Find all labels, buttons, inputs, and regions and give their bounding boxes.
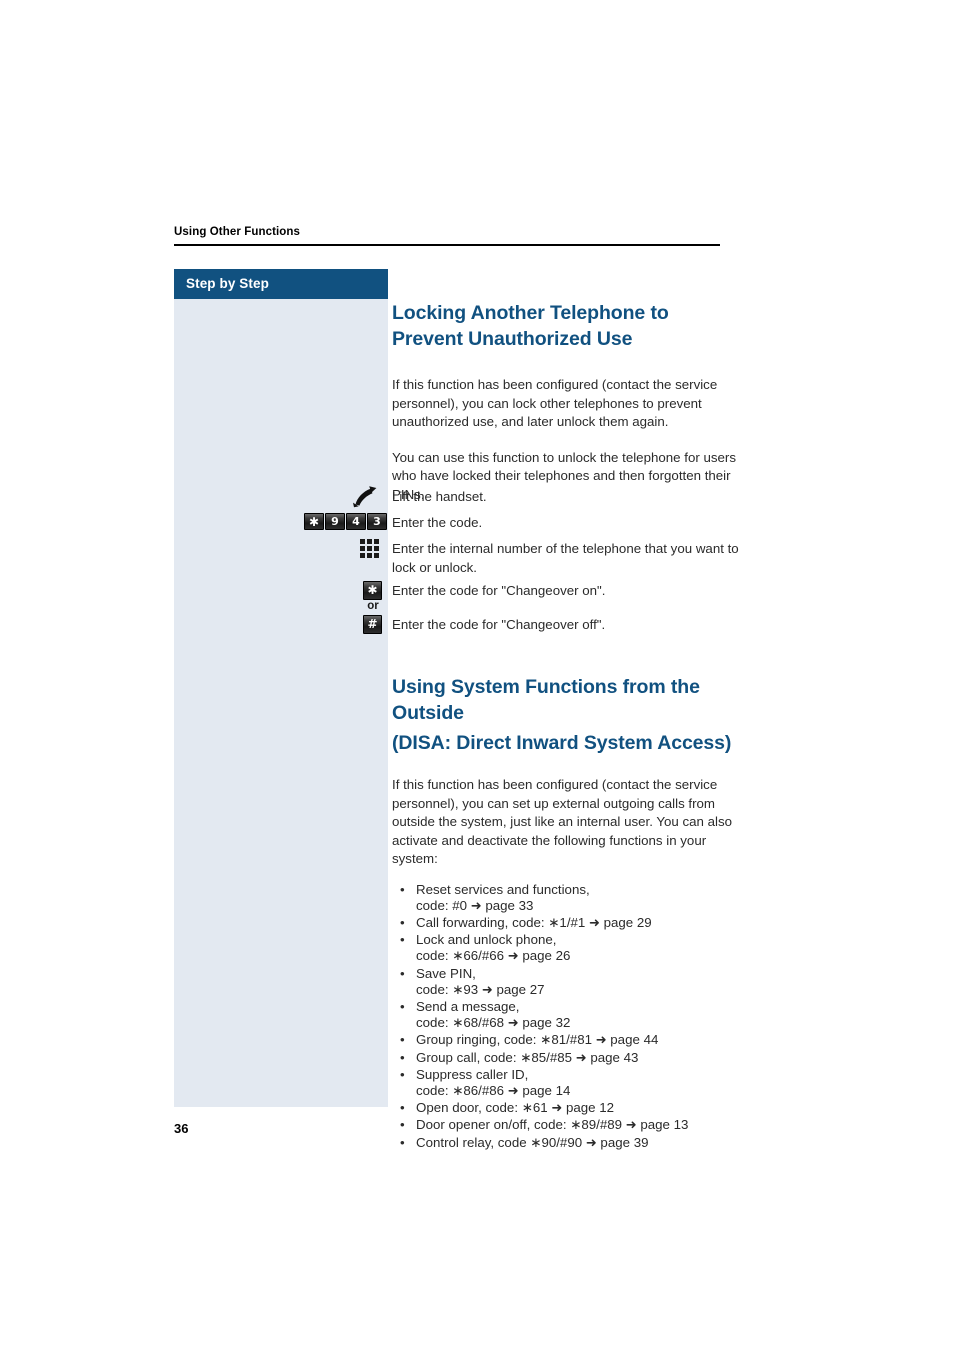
arrow-right-icon: ➜	[551, 1101, 563, 1117]
list-item-line-1: Lock and unlock phone,	[416, 932, 557, 948]
step-text-enter-internal-number: Enter the internal number of the telepho…	[392, 541, 739, 575]
section2-title-line3: (DISA: Direct Inward System Access)	[392, 732, 732, 754]
list-item: • Open door, code: ∗61 ➜ page 12	[392, 1100, 748, 1117]
keycap-star: ✱	[304, 513, 324, 530]
arrow-right-icon: ➜	[507, 1016, 519, 1032]
running-header-text: Using Other Functions	[174, 226, 301, 238]
list-item-line-2: code: ∗66/#66 ➜ page 26	[416, 948, 571, 965]
list-item-line-2: code: #0 ➜ page 33	[416, 897, 534, 914]
list-item-line-1: Reset services and functions,	[416, 881, 590, 897]
arrow-right-icon: ➜	[595, 1033, 607, 1049]
list-item-line-1: Save PIN,	[416, 965, 476, 981]
step-text-lift-handset: Lift the handset.	[392, 489, 487, 504]
bullet-marker: •	[400, 1100, 405, 1116]
keycap-9: 9	[325, 513, 345, 530]
bullet-marker: •	[400, 1032, 405, 1048]
bullet-marker: •	[400, 932, 405, 948]
step-text-changeover-on: Enter the code for "Changeover on".	[392, 583, 606, 598]
keycap-star-icon: ✱	[363, 581, 382, 600]
page-number: 36	[174, 1121, 189, 1136]
header-rule	[174, 244, 720, 246]
list-item-line-1: Group ringing, code: ∗81/#81 ➜ page 44	[416, 1032, 659, 1049]
lifted-handset-icon	[353, 486, 377, 508]
list-item-line-1: Control relay, code ∗90/#90 ➜ page 39	[416, 1134, 649, 1151]
keycap-3: 3	[367, 513, 387, 530]
arrow-right-icon: ➜	[507, 949, 519, 965]
list-item-line-1: Group call, code: ∗85/#85 ➜ page 43	[416, 1049, 639, 1066]
sidebar-banner: Step by Step	[174, 269, 388, 299]
arrow-right-icon: ➜	[625, 1118, 637, 1134]
list-item: • Group ringing, code: ∗81/#81 ➜ page 44	[392, 1032, 748, 1049]
bullet-marker: •	[400, 1134, 405, 1150]
running-header: Using Other Functions	[174, 225, 720, 239]
keycap-sequence-9-4-3: ✱ 9 4 3	[304, 513, 387, 531]
arrow-right-icon: ➜	[470, 898, 482, 914]
disa-function-list: • Reset services and functions, code: #0 ➜…	[392, 882, 748, 1152]
list-item-line-1: Open door, code: ∗61 ➜ page 12	[416, 1100, 615, 1117]
bullet-marker: •	[400, 1049, 405, 1065]
list-item: • Send a message, code: ∗68/#68 ➜ page 32	[392, 999, 748, 1032]
arrow-right-icon: ➜	[575, 1050, 587, 1066]
list-item-line-1: Door opener on/off, code: ∗89/#89 ➜ page…	[416, 1117, 689, 1134]
list-item: • Call forwarding, code: ∗1/#1 ➜ page 29	[392, 915, 748, 932]
list-item-line-2: code: ∗86/#86 ➜ page 14	[416, 1082, 571, 1099]
bullet-marker: •	[400, 1117, 405, 1133]
bullet-marker: •	[400, 998, 405, 1014]
section1-paragraph-1: If this function has been configured (co…	[392, 377, 718, 429]
list-item-line-2: code: ∗93 ➜ page 27	[416, 981, 545, 998]
list-item-line-1: Call forwarding, code: ∗1/#1 ➜ page 29	[416, 914, 652, 931]
list-item-line-1: Send a message,	[416, 998, 520, 1014]
bullet-marker: •	[400, 914, 405, 930]
list-item: • Reset services and functions, code: #0 ➜…	[392, 882, 748, 915]
list-item: • Suppress caller ID, code: ∗86/#86 ➜ page…	[392, 1067, 748, 1100]
list-item-line-1: Suppress caller ID,	[416, 1066, 529, 1082]
list-item: • Control relay, code ∗90/#90 ➜ page 39	[392, 1135, 748, 1152]
list-item: • Door opener on/off, code: ∗89/#89 ➜ pag…	[392, 1117, 748, 1134]
section2-title-line1: Using System Functions from the	[392, 676, 700, 698]
section1-title: Locking Another Telephone to Prevent Una…	[392, 302, 669, 350]
keycap-star-group: ✱	[363, 581, 382, 600]
list-item: • Lock and unlock phone, code: ∗66/#66 ➜ p…	[392, 932, 748, 965]
document-page: Using Other Functions Step by Step Locki…	[0, 0, 954, 1351]
keycap-4: 4	[346, 513, 366, 530]
list-item-line-2: code: ∗68/#68 ➜ page 32	[416, 1015, 571, 1032]
section2-title-line2: Outside	[392, 702, 464, 724]
section2-paragraph: If this function has been configured (co…	[392, 777, 733, 866]
step-by-step-sidebar: Step by Step	[174, 269, 388, 1107]
step-text-changeover-off: Enter the code for "Changeover off".	[392, 617, 606, 632]
step-text-enter-code: Enter the code.	[392, 515, 483, 530]
list-item: • Group call, code: ∗85/#85 ➜ page 43	[392, 1050, 748, 1067]
bullet-marker: •	[400, 1066, 405, 1082]
list-item: • Save PIN, code: ∗93 ➜ page 27	[392, 966, 748, 999]
sidebar-banner-label: Step by Step	[186, 276, 269, 291]
arrow-right-icon: ➜	[589, 915, 600, 931]
arrow-right-icon: ➜	[507, 1083, 519, 1099]
keycap-hash-icon: #	[363, 615, 382, 634]
keycap-hash-group: #	[363, 615, 382, 634]
arrow-right-icon: ➜	[585, 1135, 597, 1151]
arrow-right-icon: ➜	[481, 982, 493, 998]
main-content: Locking Another Telephone to Prevent Una…	[392, 300, 748, 1152]
bullet-marker: •	[400, 965, 405, 981]
bullet-marker: •	[400, 881, 405, 897]
keypad-dots-icon	[360, 539, 382, 561]
